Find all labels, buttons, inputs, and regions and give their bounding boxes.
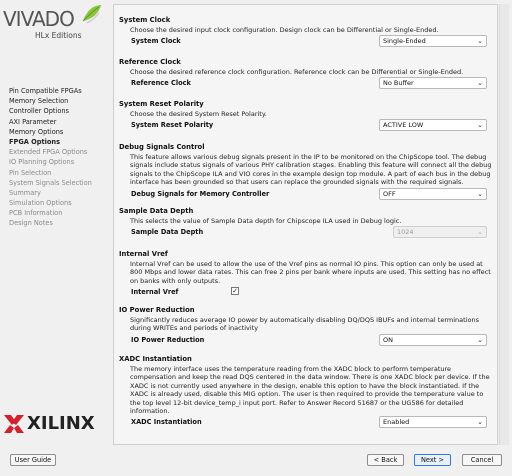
chevron-down-icon: ⌄	[477, 189, 483, 198]
hlx-editions-label: HLx Editions	[35, 31, 82, 40]
io-power-title: IO Power Reduction	[119, 306, 195, 314]
internal-vref-label: Internal Vref	[131, 288, 179, 297]
io-power-label: IO Power Reduction	[131, 335, 205, 344]
debug-signals-title: Debug Signals Control	[119, 143, 205, 151]
vivado-leaf-icon	[82, 5, 101, 24]
xadc-dropdown[interactable]: Enabled ⌄	[379, 416, 487, 429]
xilinx-x-icon	[4, 415, 24, 433]
chevron-down-icon: ⌄	[477, 121, 483, 130]
fpga-options-panel: System Clock Choose the desired input cl…	[113, 4, 498, 445]
chevron-down-icon: ⌄	[477, 335, 483, 344]
xadc-section: XADC Instantiation The memory interface …	[119, 354, 494, 429]
internal-vref-description: Internal Vref can be used to allow the u…	[130, 260, 491, 285]
step-pin-selection: Pin Selection	[9, 168, 52, 177]
debug-signals-description: This feature allows various debug signal…	[130, 153, 492, 187]
sample-depth-description: This selects the value of Sample Data de…	[130, 217, 402, 225]
step-memory-options[interactable]: Memory Options	[9, 127, 92, 137]
back-button[interactable]: < Back	[367, 454, 404, 466]
system-clock-label: System Clock	[131, 37, 181, 46]
step-summary: Summary	[9, 188, 41, 197]
system-reset-description: Choose the desired System Reset Polarity…	[130, 110, 267, 118]
sample-depth-dropdown: 1024 ⌄	[393, 226, 487, 239]
system-clock-description: Choose the desired input clock configura…	[130, 26, 439, 34]
step-pcb-information: PCB Information	[9, 209, 63, 218]
reference-clock-value: No Buffer	[383, 79, 414, 88]
step-pin-compatible-fpgas[interactable]: Pin Compatible FPGAs	[9, 86, 92, 96]
reference-clock-label: Reference Clock	[131, 79, 191, 88]
system-reset-dropdown[interactable]: ACTIVE LOW ⌄	[379, 119, 487, 132]
step-controller-options[interactable]: Controller Options	[9, 106, 92, 116]
system-reset-section: System Reset Polarity Choose the desired…	[119, 99, 494, 132]
chevron-down-icon: ⌄	[477, 37, 483, 46]
reference-clock-dropdown[interactable]: No Buffer ⌄	[379, 77, 487, 90]
cancel-button[interactable]: Cancel	[462, 454, 502, 466]
vivado-logo: VIVADO HLx Editions	[3, 3, 103, 43]
step-design-notes: Design Notes	[9, 219, 53, 228]
vertical-scrollbar[interactable]	[499, 4, 509, 445]
step-system-signals-selection: System Signals Selection	[9, 178, 92, 187]
reference-clock-section: Reference Clock Choose the desired refer…	[119, 57, 494, 90]
step-simulation-options: Simulation Options	[9, 199, 72, 208]
step-fpga-options[interactable]: FPGA Options	[9, 137, 92, 147]
xadc-description: The memory interface uses the temperatur…	[130, 365, 490, 416]
io-power-section: IO Power Reduction Significantly reduces…	[119, 305, 494, 347]
chevron-down-icon: ⌄	[477, 418, 483, 427]
sample-depth-section: Sample Data Depth This selects the value…	[119, 206, 494, 239]
chevron-down-icon: ⌄	[477, 79, 483, 88]
wizard-steps: Pin Compatible FPGAs Memory Selection Co…	[9, 86, 92, 229]
debug-signals-value: OFF	[383, 189, 396, 198]
system-clock-value: Single-Ended	[383, 37, 426, 46]
sample-depth-label: Sample Data Depth	[131, 228, 204, 237]
user-guide-button[interactable]: User Guide	[10, 454, 56, 466]
xadc-title: XADC Instantiation	[119, 355, 192, 363]
system-clock-dropdown[interactable]: Single-Ended ⌄	[379, 35, 487, 48]
step-io-planning-options: IO Planning Options	[9, 158, 75, 167]
system-clock-section: System Clock Choose the desired input cl…	[119, 15, 494, 48]
xilinx-logo: XILINX	[3, 412, 111, 440]
system-reset-label: System Reset Polarity	[131, 121, 214, 130]
io-power-dropdown[interactable]: ON ⌄	[379, 333, 487, 346]
vivado-wordmark: VIVADO	[3, 7, 75, 31]
system-clock-title: System Clock	[119, 16, 171, 24]
sample-depth-value: 1024	[397, 228, 414, 237]
system-reset-value: ACTIVE LOW	[383, 121, 424, 130]
xadc-label: XADC Instantiation	[131, 418, 202, 427]
chevron-down-icon: ⌄	[477, 228, 483, 237]
sample-depth-title: Sample Data Depth	[119, 207, 194, 215]
left-panel: VIVADO HLx Editions Pin Compatible FPGAs…	[0, 0, 112, 450]
system-reset-title: System Reset Polarity	[119, 100, 204, 108]
io-power-value: ON	[383, 335, 393, 344]
wizard-footer: User Guide < Back Next > Cancel	[0, 450, 512, 476]
internal-vref-section: Internal Vref Internal Vref can be used …	[119, 249, 494, 299]
xilinx-wordmark: XILINX	[27, 413, 95, 434]
reference-clock-description: Choose the desired reference clock confi…	[130, 68, 464, 76]
debug-signals-dropdown[interactable]: OFF ⌄	[379, 187, 487, 200]
next-button[interactable]: Next >	[414, 454, 451, 466]
debug-signals-label: Debug Signals for Memory Controller	[131, 189, 270, 198]
reference-clock-title: Reference Clock	[119, 58, 181, 66]
internal-vref-title: Internal Vref	[119, 250, 168, 258]
io-power-description: Significantly reduces average IO power b…	[130, 316, 479, 333]
internal-vref-checkbox[interactable]: ✓	[231, 287, 239, 296]
step-extended-fpga-options: Extended FPGA Options	[9, 148, 88, 157]
debug-signals-section: Debug Signals Control This feature allow…	[119, 142, 494, 201]
step-axi-parameter[interactable]: AXI Parameter	[9, 117, 92, 127]
step-memory-selection[interactable]: Memory Selection	[9, 96, 92, 106]
xadc-value: Enabled	[383, 418, 410, 427]
